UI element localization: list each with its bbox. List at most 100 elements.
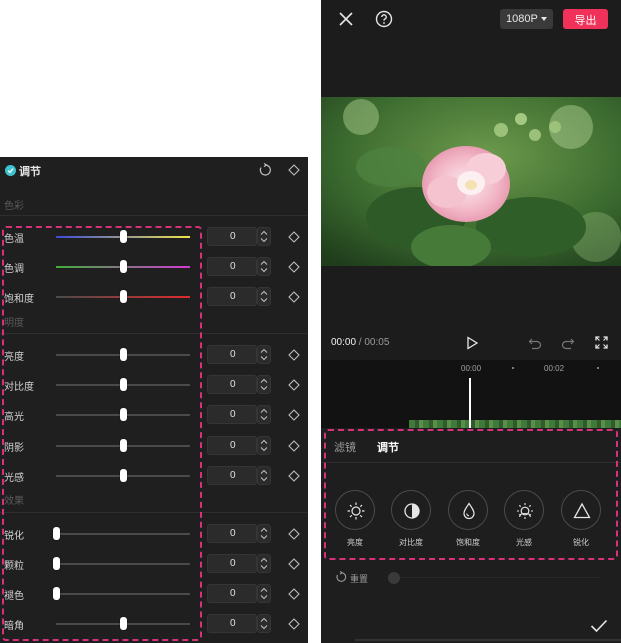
adjust-row: 褪色 0 (0, 583, 308, 605)
slider-track[interactable] (56, 533, 190, 535)
slider-knob[interactable] (388, 572, 400, 584)
export-button[interactable]: 导出 (563, 9, 608, 29)
diamond-keyframe-icon[interactable] (288, 618, 300, 630)
slider-thumb[interactable] (119, 260, 127, 273)
row-label: 褪色 (4, 591, 24, 602)
tab-adjust[interactable]: 调节 (377, 439, 399, 455)
reset-icon[interactable] (335, 571, 347, 583)
value-input[interactable]: 0 (207, 554, 257, 573)
stepper-arrows-icon[interactable] (257, 227, 271, 246)
stepper-arrows-icon[interactable] (257, 405, 271, 424)
resolution-dropdown[interactable]: 1080P (500, 9, 553, 29)
adjust-row: 颗粒 0 (0, 553, 308, 575)
slider-thumb[interactable] (119, 439, 127, 452)
stepper-arrows-icon[interactable] (257, 436, 271, 455)
slider-thumb[interactable] (53, 527, 60, 540)
stepper-arrows-icon[interactable] (257, 287, 271, 306)
divider (321, 462, 621, 463)
tool-label: 锐化 (573, 538, 589, 547)
slider-thumb[interactable] (119, 230, 127, 243)
reset-button[interactable]: 重置 (350, 572, 368, 585)
stepper-arrows-icon[interactable] (257, 614, 271, 633)
stepper-arrows-icon[interactable] (257, 375, 271, 394)
value-input[interactable]: 0 (207, 405, 257, 424)
value-input[interactable]: 0 (207, 584, 257, 603)
stepper-arrows-icon[interactable] (257, 257, 271, 276)
undo-icon[interactable] (528, 336, 542, 350)
triangle-icon (573, 502, 591, 519)
row-label: 色调 (4, 264, 24, 275)
diamond-keyframe-icon[interactable] (288, 379, 300, 391)
slider-thumb[interactable] (119, 348, 127, 361)
fullscreen-icon[interactable] (595, 336, 608, 349)
tool-circle (391, 490, 431, 530)
value-input[interactable]: 0 (207, 614, 257, 633)
diamond-keyframe-icon[interactable] (288, 528, 300, 540)
video-preview[interactable] (321, 97, 621, 266)
stepper-arrows-icon[interactable] (257, 345, 271, 364)
slider-track[interactable] (56, 563, 190, 565)
stepper-arrows-icon[interactable] (257, 524, 271, 543)
section-effect: 效果 (4, 496, 24, 507)
value-input[interactable]: 0 (207, 524, 257, 543)
row-label: 光感 (4, 473, 24, 484)
slider-thumb[interactable] (119, 290, 127, 303)
slider-thumb[interactable] (119, 469, 127, 482)
slider-thumb[interactable] (53, 557, 60, 570)
redo-icon[interactable] (561, 336, 575, 350)
help-icon[interactable] (375, 10, 393, 28)
video-clip[interactable] (409, 420, 621, 428)
slider-thumb[interactable] (119, 617, 127, 630)
tool-circle (504, 490, 544, 530)
time-display: 00:00 / 00:05 (331, 337, 390, 348)
value-input[interactable]: 0 (207, 375, 257, 394)
value-input[interactable]: 0 (207, 227, 257, 246)
divider (0, 333, 308, 334)
caret-down-icon (541, 17, 547, 21)
value-input[interactable]: 0 (207, 287, 257, 306)
sun-icon (347, 502, 365, 520)
diamond-keyframe-icon[interactable] (288, 558, 300, 570)
slider-track[interactable] (401, 577, 601, 578)
adjust-row: 亮度 0 (0, 344, 308, 366)
playhead[interactable] (469, 378, 471, 428)
diamond-keyframe-icon[interactable] (288, 588, 300, 600)
diamond-keyframe-icon[interactable] (288, 409, 300, 421)
diamond-keyframe-icon[interactable] (288, 261, 300, 273)
diamond-keyframe-icon[interactable] (288, 440, 300, 452)
slider-thumb[interactable] (119, 378, 127, 391)
row-label: 暗角 (4, 621, 24, 632)
value-input[interactable]: 0 (207, 436, 257, 455)
value-input[interactable]: 0 (207, 466, 257, 485)
tab-filter[interactable]: 滤镜 (334, 439, 356, 455)
row-label: 高光 (4, 412, 24, 423)
row-label: 颗粒 (4, 561, 24, 572)
diamond-keyframe-icon[interactable] (288, 349, 300, 361)
stepper-arrows-icon[interactable] (257, 554, 271, 573)
value-input[interactable]: 0 (207, 257, 257, 276)
diamond-keyframe-icon[interactable] (288, 231, 300, 243)
tool-label: 对比度 (399, 538, 423, 547)
slider-thumb[interactable] (53, 587, 60, 600)
diamond-keyframe-icon[interactable] (288, 164, 300, 176)
reset-icon[interactable] (258, 163, 272, 177)
stepper-arrows-icon[interactable] (257, 466, 271, 485)
playback-controls: 00:00 / 00:05 (321, 332, 621, 354)
play-icon[interactable] (465, 336, 479, 350)
adjust-row: 对比度 0 (0, 374, 308, 396)
check-circle-icon[interactable] (5, 165, 16, 176)
row-label: 阴影 (4, 443, 24, 454)
check-icon[interactable] (590, 619, 608, 633)
stepper-arrows-icon[interactable] (257, 584, 271, 603)
close-icon[interactable] (338, 11, 354, 27)
row-label: 锐化 (4, 531, 24, 542)
reset-row: 重置 (335, 570, 615, 586)
timeline[interactable]: 00:00 00:02 (321, 360, 621, 428)
tool-label: 饱和度 (456, 538, 480, 547)
row-label: 饱和度 (4, 294, 34, 305)
diamond-keyframe-icon[interactable] (288, 470, 300, 482)
slider-thumb[interactable] (119, 408, 127, 421)
diamond-keyframe-icon[interactable] (288, 291, 300, 303)
value-input[interactable]: 0 (207, 345, 257, 364)
slider-track[interactable] (56, 593, 190, 595)
